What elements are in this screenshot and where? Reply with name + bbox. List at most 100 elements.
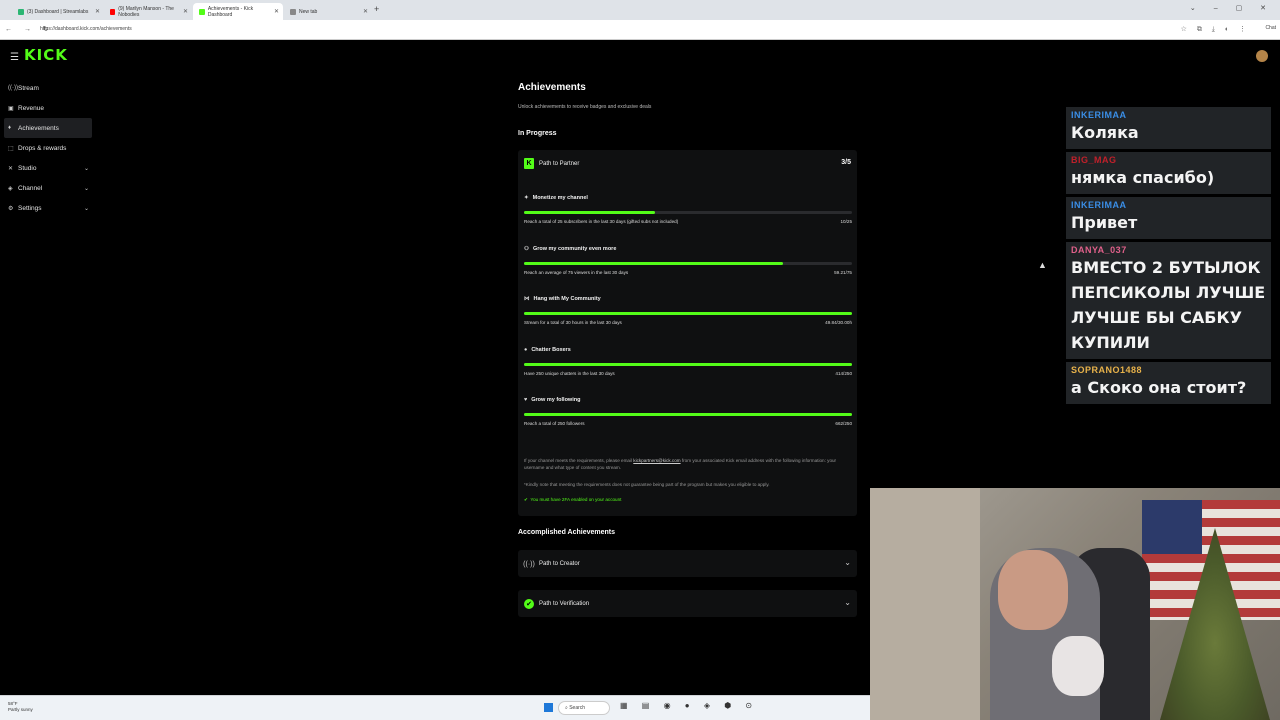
- trophy-icon: ♦: [8, 125, 12, 131]
- close-icon[interactable]: ✕: [95, 8, 100, 15]
- creator-icon: ((·)): [523, 560, 535, 568]
- revenue-icon: ▣: [8, 105, 14, 112]
- achievement-task: ♥ Grow my following Reach a total of 250 f…: [524, 397, 852, 426]
- tab-favicon-icon: [18, 8, 24, 15]
- menu-icon[interactable]: ☰: [10, 52, 19, 63]
- new-tab-icon[interactable]: +: [374, 4, 379, 14]
- close-icon[interactable]: ✕: [183, 8, 188, 15]
- path-name: Path to Partner: [539, 160, 580, 167]
- sidebar-item-label: Stream: [18, 84, 39, 92]
- task-icon: ⚇: [524, 245, 529, 252]
- mouse-cursor-icon: ▲: [1038, 260, 1047, 270]
- task-description: Stream for a total of 30 hours in the la…: [524, 320, 622, 325]
- chat-text: нямка спасибо): [1071, 168, 1215, 187]
- kick-badge-icon: K: [524, 158, 534, 169]
- sidebar-item-stream[interactable]: ((·)) Stream: [4, 78, 92, 98]
- task-description: Reach a total of 25 subscribers in the l…: [524, 219, 679, 224]
- chevron-down-icon[interactable]: ⌄: [84, 185, 89, 192]
- chevron-down-icon[interactable]: ⌄: [844, 558, 851, 567]
- requirement-2fa: ✔ You must have 2FA enabled on your acco…: [524, 497, 622, 502]
- chat-message: DANYA_037 ВМЕСТО 2 БУТЫЛОК ПЕПСИКОЛЫ ЛУЧШ…: [1066, 242, 1271, 359]
- sidebar-item-channel[interactable]: ◈ Channel ⌄: [4, 178, 92, 198]
- url-field[interactable]: https://dashboard.kick.com/achievements: [40, 26, 132, 32]
- path-to-partner-card: K Path to Partner 3/5 ✦ Monetize my chann…: [518, 150, 857, 516]
- verified-icon: ✔: [524, 599, 534, 609]
- chat-message: SOPRANO1488 а Скоко она стоит?: [1066, 362, 1271, 404]
- channel-icon: ◈: [8, 185, 13, 192]
- accordion-path-to-verification[interactable]: ✔ Path to Verification ⌄: [518, 590, 857, 617]
- chat-username: SOPRANO1488: [1071, 365, 1143, 375]
- partner-email-link[interactable]: kickpartners@kick.com: [633, 458, 680, 463]
- sidebar-item-label: Settings: [18, 204, 42, 212]
- achievement-task: ✦ Monetize my channel Reach a total of 25 …: [524, 195, 852, 224]
- page-title: Achievements: [518, 82, 586, 93]
- tab-label: New tab: [299, 8, 318, 15]
- chat-message: BIG_MAG нямка спасибо): [1066, 152, 1271, 194]
- progress-fill: [524, 413, 852, 416]
- path-header: K Path to Partner: [524, 158, 579, 169]
- sidebar-item-label: Studio: [18, 164, 37, 172]
- window-controls[interactable]: ⌄ – ▢ ✕: [1190, 4, 1274, 12]
- progress-bar: [524, 261, 852, 265]
- tab-favicon-icon: [290, 8, 296, 15]
- weather-widget[interactable]: 58°F Partly sunny: [8, 701, 33, 713]
- task-description: Have 250 unique chatters in the last 30 …: [524, 370, 615, 376]
- browser-toolbar-icons[interactable]: ☆ ⧉ ⤓ ◐ ⋮: [1181, 25, 1250, 34]
- task-title: Grow my community even more: [532, 245, 617, 252]
- sidebar-item-label: Drops & rewards: [18, 144, 67, 152]
- path-progress-count: 3/5: [841, 159, 851, 166]
- accordion-path-to-creator[interactable]: ((·)) Path to Creator ⌄: [518, 550, 857, 577]
- chevron-down-icon[interactable]: ⌄: [844, 598, 851, 607]
- sidebar-item-achievements[interactable]: ♦ Achievements: [4, 118, 92, 138]
- check-icon: ✔: [524, 497, 528, 502]
- webcam-feed: [870, 488, 1280, 720]
- gift-icon: ⬚: [8, 145, 14, 152]
- browser-tab[interactable]: (9) Marilyn Manson - The Nobodies ✕: [104, 3, 192, 20]
- chat-message: INKERIMAA Коляка: [1066, 107, 1271, 149]
- avatar[interactable]: [1256, 50, 1268, 62]
- sidebar-item-label: Achievements: [18, 124, 59, 132]
- taskbar-apps-icon[interactable]: ▦ ▤ ◉ ● ◈ ⬢ ⊙: [620, 701, 758, 710]
- task-description: Reach a total of 250 followers: [524, 421, 585, 426]
- chevron-down-icon[interactable]: ⌄: [84, 205, 89, 212]
- in-progress-heading: In Progress: [518, 130, 557, 137]
- close-icon[interactable]: ✕: [274, 8, 279, 15]
- windows-start-icon[interactable]: [544, 703, 553, 712]
- browser-tab[interactable]: (3) Dashboard | Streamlabs ✕: [12, 3, 104, 20]
- chat-text: ВМЕСТО 2 БУТЫЛОК ПЕПСИКОЛЫ ЛУЧШЕ ЛУЧШЕ Б…: [1071, 258, 1266, 352]
- address-bar-row: ← → ↻ https://dashboard.kick.com/achieve…: [0, 20, 1280, 40]
- progress-bar: [524, 413, 852, 416]
- browser-tab-active[interactable]: Achievements - Kick Dashboard ✕: [193, 3, 283, 20]
- chat-button[interactable]: Chat: [1265, 25, 1276, 31]
- accomplished-heading: Accomplished Achievements: [518, 529, 615, 536]
- task-icon: ✦: [524, 195, 529, 201]
- chat-overlay: INKERIMAA Коляка BIG_MAG нямка спасибо) INKE…: [1066, 107, 1271, 407]
- sidebar-item-studio[interactable]: ✕ Studio ⌄: [4, 158, 92, 178]
- kick-logo[interactable]: KICK: [24, 46, 68, 64]
- sidebar-item-revenue[interactable]: ▣ Revenue: [4, 98, 92, 118]
- task-title: Monetize my channel: [532, 195, 588, 201]
- taskbar-search[interactable]: ⌕ Search: [558, 701, 610, 715]
- studio-icon: ✕: [8, 165, 14, 172]
- chat-username: DANYA_037: [1071, 245, 1127, 255]
- task-value: 662/250: [835, 421, 852, 426]
- chevron-down-icon[interactable]: ⌄: [84, 165, 89, 172]
- sidebar-item-settings[interactable]: ⚙ Settings ⌄: [4, 198, 92, 218]
- gear-icon: ⚙: [8, 205, 14, 212]
- task-description: Reach an average of 75 viewers in the la…: [524, 269, 629, 275]
- task-icon: ●: [524, 346, 528, 353]
- progress-bar: [524, 362, 852, 366]
- progress-fill: [524, 261, 784, 265]
- task-value: 59.21/75: [834, 269, 852, 275]
- windows-taskbar: 58°F Partly sunny ⌕ Search ▦ ▤ ◉ ● ◈ ⬢ ⊙: [0, 695, 870, 720]
- task-title: Hang with My Community: [533, 296, 601, 302]
- chat-username: INKERIMAA: [1071, 110, 1127, 120]
- sidebar-item-drops-rewards[interactable]: ⬚ Drops & rewards: [4, 138, 92, 158]
- close-icon[interactable]: ✕: [363, 8, 368, 15]
- progress-fill: [524, 211, 656, 214]
- page-subtitle: Unlock achievements to receive badges an…: [518, 104, 652, 110]
- achievement-task: ● Chatter Boxers Have 250 unique chatters …: [524, 346, 852, 376]
- browser-tab[interactable]: New tab ✕: [284, 3, 372, 20]
- task-value: 414/250: [835, 370, 852, 376]
- tab-favicon-icon: [110, 8, 116, 15]
